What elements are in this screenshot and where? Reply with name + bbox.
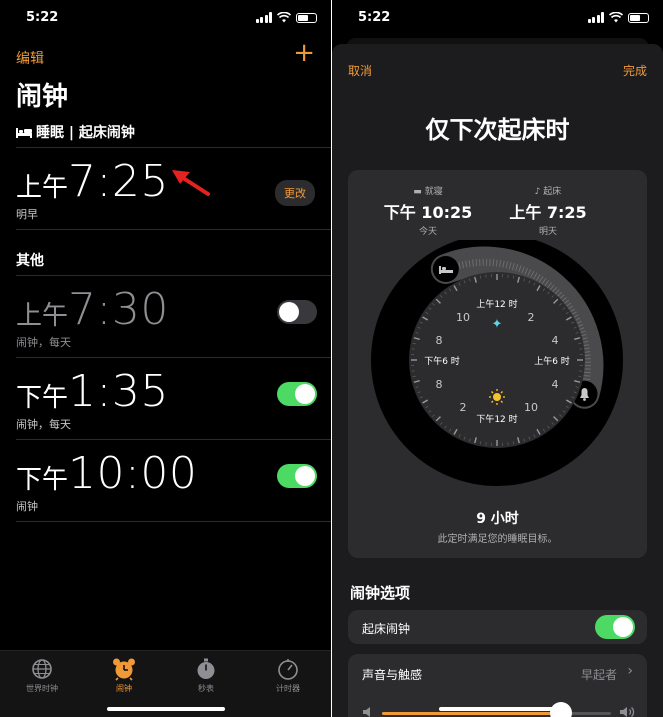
- alarm-toggle[interactable]: [277, 464, 317, 488]
- page-title: 闹钟: [16, 82, 69, 112]
- status-time: 5:22: [26, 10, 59, 25]
- alarm-row[interactable]: 下午1:35 闹钟，每天: [16, 360, 317, 436]
- alarm-time: 1:35: [68, 366, 169, 417]
- dial-label-left: 下午6 时: [424, 355, 460, 367]
- wake-summary: ♪ 起床 上午 7:25 明天: [509, 187, 587, 237]
- battery-icon: [628, 12, 649, 23]
- sleep-dial[interactable]: 上午12 时 下午12 时 下午6 时 上午6 时 10 2 8 4 8 4 2…: [348, 240, 647, 500]
- timer-icon: [278, 659, 298, 680]
- signal-icon: [255, 12, 272, 23]
- signal-icon: [587, 12, 604, 23]
- dial-number: 10: [456, 311, 470, 324]
- change-button[interactable]: 更改: [275, 180, 315, 206]
- tab-bar: 世界时钟 闹钟 秒表 计时器: [0, 650, 331, 717]
- tab-alarm[interactable]: 闹钟: [94, 657, 154, 694]
- alarm-options-header: 闹钟选项: [350, 584, 411, 602]
- dial-label-bottom: 下午12 时: [476, 413, 517, 425]
- dial-number: 4: [552, 378, 559, 391]
- dial-number: 8: [436, 334, 443, 347]
- alarm-row[interactable]: 下午10:00 闹钟: [16, 442, 317, 518]
- bedtime-summary: ▬ 就寝 下午 10:25 今天: [383, 187, 473, 237]
- sleep-section-header: 睡眠 | 起床闹钟: [16, 122, 135, 142]
- alarm-time: 10:00: [68, 448, 198, 499]
- wifi-icon: [609, 12, 623, 23]
- edit-button[interactable]: 编辑: [16, 48, 44, 68]
- dial-number: 2: [528, 311, 535, 324]
- tab-world-clock[interactable]: 世界时钟: [12, 657, 72, 694]
- dial-label-right: 上午6 时: [534, 355, 570, 367]
- dial-number: 10: [524, 401, 538, 414]
- wake-alarm-row: 起床闹钟: [348, 610, 647, 644]
- other-section-header: 其他: [16, 253, 44, 269]
- battery-icon: [296, 12, 317, 23]
- chevron-right-icon: ›: [627, 663, 633, 679]
- add-alarm-button[interactable]: +: [293, 38, 315, 68]
- sparkle-icon: ✦: [492, 317, 503, 332]
- alarm-time: 7:30: [68, 284, 169, 335]
- status-bar: 5:22: [332, 10, 663, 30]
- schedule-card: ▬ 就寝 下午 10:25 今天 ♪ 起床 上午 7:25 明天 上午12 时: [348, 170, 647, 558]
- dial-number: 2: [460, 401, 467, 414]
- alarm-toggle[interactable]: [277, 300, 317, 324]
- sheet-title: 仅下次起床时: [425, 116, 570, 144]
- sleep-alarm-row[interactable]: 上午7:25 明早 更改: [16, 150, 317, 226]
- volume-high-icon: [620, 707, 635, 717]
- dial-label-top: 上午12 时: [476, 298, 517, 310]
- globe-icon: [32, 659, 52, 679]
- sleep-goal-note: 此定时满足您的睡眠目标。: [437, 534, 558, 545]
- bed-icon: [16, 127, 32, 138]
- tab-stopwatch[interactable]: 秒表: [176, 657, 236, 694]
- alarm-list-screen: 5:22 编辑 + 闹钟 睡眠 | 起床闹钟 上午7:25 明早 更改 其他 上…: [0, 0, 331, 717]
- bell-icon: ♪: [534, 187, 541, 197]
- edit-wake-screen: 5:22 取消 完成 仅下次起床时 ▬ 就寝 下午 10:25 今天 ♪ 起床 …: [332, 0, 663, 717]
- stopwatch-icon: [197, 658, 215, 679]
- edit-sheet: 取消 完成 仅下次起床时 ▬ 就寝 下午 10:25 今天 ♪ 起床 上午 7:…: [332, 44, 663, 717]
- status-bar: 5:22: [0, 10, 331, 30]
- wake-alarm-toggle[interactable]: [595, 615, 635, 639]
- red-arrow-annotation: [172, 170, 210, 196]
- tab-timer[interactable]: 计时器: [258, 657, 318, 694]
- bed-icon: ▬: [413, 187, 422, 197]
- done-button[interactable]: 完成: [623, 62, 647, 79]
- volume-slider[interactable]: [382, 702, 611, 717]
- volume-low-icon: [363, 707, 370, 717]
- alarm-clock-icon: [113, 658, 135, 681]
- alarm-row[interactable]: 上午7:30 闹钟，每天: [16, 278, 317, 354]
- dial-number: 8: [436, 378, 443, 391]
- status-time: 5:22: [358, 10, 391, 25]
- cancel-button[interactable]: 取消: [348, 62, 372, 79]
- wifi-icon: [277, 12, 291, 23]
- home-indicator: [106, 707, 225, 711]
- dial-number: 4: [552, 334, 559, 347]
- alarm-time: 7:25: [68, 156, 169, 207]
- home-indicator: [438, 707, 557, 711]
- alarm-toggle[interactable]: [277, 382, 317, 406]
- sleep-duration: 9 小时: [476, 511, 519, 527]
